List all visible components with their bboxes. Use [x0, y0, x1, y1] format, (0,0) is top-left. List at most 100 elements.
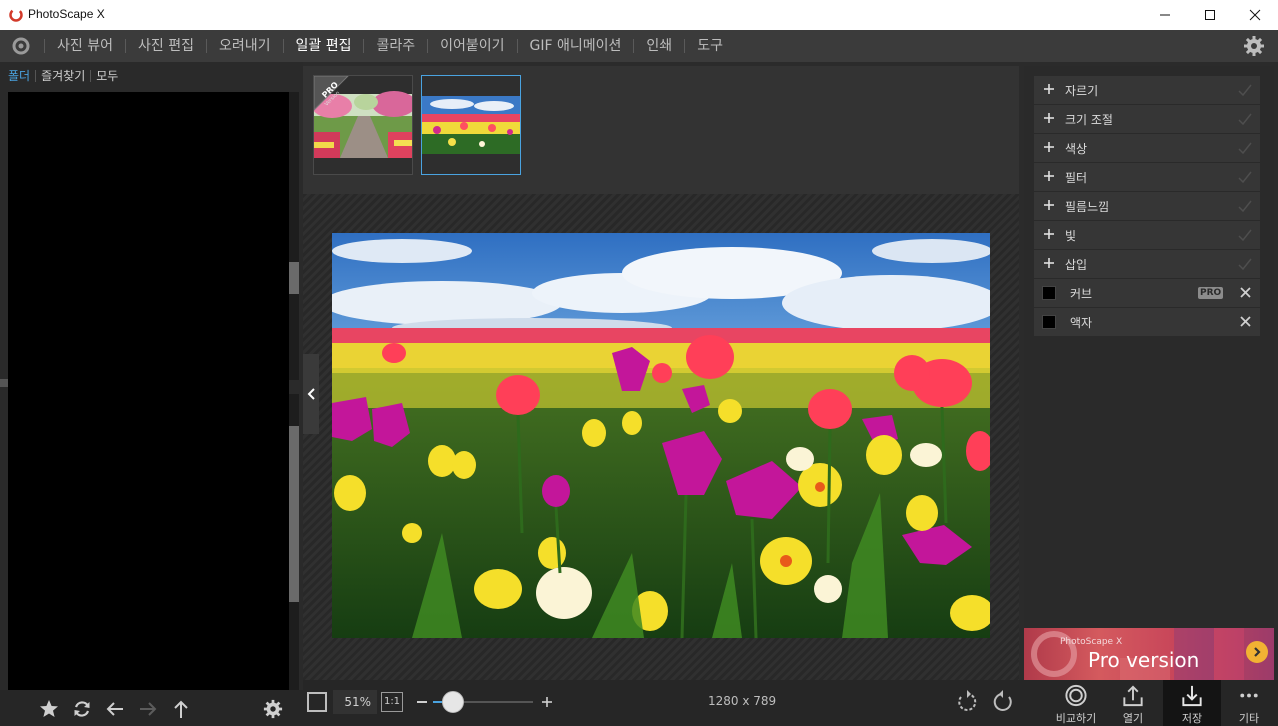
open-upload-icon — [1123, 685, 1143, 707]
minimize-button[interactable] — [1142, 0, 1188, 30]
refresh-icon — [74, 701, 90, 717]
left-toolbar — [0, 690, 303, 726]
collapse-left-panel-button[interactable] — [303, 354, 319, 434]
chevron-right-icon — [1254, 647, 1261, 657]
back-button[interactable] — [104, 698, 126, 720]
tab-all[interactable]: 모두 — [91, 62, 123, 90]
tab-favorites[interactable]: 즐겨찾기 — [36, 62, 90, 90]
left-panel-tabs: 폴더 즐겨찾기 모두 — [0, 62, 303, 90]
folder-tree[interactable] — [8, 92, 289, 690]
file-list-scrollbar[interactable] — [289, 394, 299, 690]
folder-tree-scrollbar[interactable] — [289, 92, 299, 380]
rotate-left-icon[interactable] — [955, 690, 979, 714]
plus-icon — [1044, 113, 1054, 123]
option-label: 액자 — [1070, 316, 1093, 330]
check-icon[interactable] — [1237, 170, 1253, 184]
check-icon[interactable] — [1237, 199, 1253, 213]
option-checkbox[interactable] — [1042, 315, 1056, 329]
option-color[interactable]: 색상 — [1034, 134, 1260, 162]
thumbnail-tulip-field[interactable] — [421, 75, 521, 175]
check-icon[interactable] — [1237, 257, 1253, 271]
option-label: 빛 — [1065, 229, 1077, 243]
option-label: 삽입 — [1065, 258, 1088, 272]
option-checkbox[interactable] — [1042, 286, 1056, 300]
up-folder-button[interactable] — [170, 698, 192, 720]
menu-cut-out[interactable]: 오려내기 — [207, 30, 283, 62]
option-film[interactable]: 필름느낌 — [1034, 192, 1260, 220]
panel-splitter-handle[interactable] — [0, 379, 8, 387]
open-label: 열기 — [1122, 712, 1144, 725]
option-label: 크기 조절 — [1065, 113, 1113, 127]
photoscape-logo-icon — [9, 8, 23, 22]
scrollbar-thumb[interactable] — [289, 426, 299, 602]
more-label: 기타 — [1238, 712, 1260, 725]
tulip-field-thumbnail-image — [422, 96, 520, 154]
favorite-button[interactable] — [38, 698, 60, 720]
tab-folder[interactable]: 폴더 — [3, 62, 35, 90]
main-menu-bar: 사진 뷰어 사진 편집 오려내기 일괄 편집 콜라주 이어붙이기 GIF 애니메… — [0, 30, 1278, 62]
settings-gear-icon[interactable] — [1243, 35, 1265, 57]
ad-arrow-button[interactable] — [1246, 641, 1268, 663]
save-button[interactable]: 저장 — [1163, 680, 1221, 726]
menu-items: 사진 뷰어 사진 편집 오려내기 일괄 편집 콜라주 이어붙이기 GIF 애니메… — [44, 30, 735, 62]
refresh-button[interactable] — [71, 698, 93, 720]
chevron-left-icon — [307, 388, 315, 400]
remove-x-icon[interactable] — [1240, 287, 1251, 298]
check-icon[interactable] — [1237, 228, 1253, 242]
scrollbar-thumb[interactable] — [289, 262, 299, 294]
option-light[interactable]: 빛 — [1034, 221, 1260, 249]
menu-photo-editor[interactable]: 사진 편집 — [126, 30, 206, 62]
plus-icon — [1044, 142, 1054, 152]
zoom-slider-knob[interactable] — [442, 691, 464, 713]
thumbnail-garden-path[interactable]: PRO Version — [313, 75, 413, 175]
compare-button[interactable]: 비교하기 — [1049, 680, 1103, 726]
menu-gif-animation[interactable]: GIF 애니메이션 — [518, 30, 634, 62]
option-filter[interactable]: 필터 — [1034, 163, 1260, 191]
menu-batch-edit[interactable]: 일괄 편집 — [284, 30, 364, 62]
remove-x-icon[interactable] — [1240, 316, 1251, 327]
pro-version-ad-banner[interactable]: PhotoScape X Pro version — [1024, 628, 1274, 680]
zoom-value[interactable]: 51% — [333, 690, 377, 714]
batch-options-panel: 자르기 크기 조절 색상 필터 필름느낌 빛 삽입 커브 PRO 액자 — [1024, 66, 1274, 628]
plus-icon — [1044, 229, 1054, 239]
fit-to-window-button[interactable] — [307, 692, 327, 712]
check-icon[interactable] — [1237, 83, 1253, 97]
menu-collage[interactable]: 콜라주 — [364, 30, 427, 62]
option-label: 색상 — [1065, 142, 1088, 156]
option-label: 필름느낌 — [1065, 200, 1110, 214]
menu-print[interactable]: 인쇄 — [634, 30, 684, 62]
left-panel: 폴더 즐겨찾기 모두 — [0, 62, 303, 690]
option-resize[interactable]: 크기 조절 — [1034, 105, 1260, 133]
maximize-button[interactable] — [1187, 0, 1233, 30]
left-panel-settings-button[interactable] — [262, 698, 284, 720]
gear-icon — [263, 699, 283, 719]
rotate-right-icon[interactable] — [991, 690, 1015, 714]
open-button[interactable]: 열기 — [1113, 680, 1153, 726]
app-title: PhotoScape X — [28, 7, 105, 21]
home-icon[interactable] — [10, 36, 32, 56]
menu-tools[interactable]: 도구 — [685, 30, 735, 62]
more-button[interactable]: 기타 — [1231, 680, 1267, 726]
option-frame[interactable]: 액자 — [1034, 308, 1260, 336]
zoom-in-icon[interactable] — [541, 695, 553, 709]
check-icon[interactable] — [1237, 112, 1253, 126]
forward-button[interactable] — [137, 698, 159, 720]
pro-badge: PRO — [1198, 287, 1224, 299]
more-icon — [1240, 693, 1258, 698]
zoom-out-icon[interactable] — [417, 701, 427, 703]
option-crop[interactable]: 자르기 — [1034, 76, 1260, 104]
option-label: 자르기 — [1065, 84, 1099, 98]
option-curves[interactable]: 커브 PRO — [1034, 279, 1260, 307]
image-viewer[interactable] — [303, 194, 1019, 680]
check-icon[interactable] — [1237, 141, 1253, 155]
tulip-field-photo — [332, 233, 990, 638]
close-icon — [1249, 9, 1261, 21]
menu-combine[interactable]: 이어붙이기 — [428, 30, 516, 62]
plus-icon — [1044, 200, 1054, 210]
title-bar: PhotoScape X — [0, 0, 1278, 30]
menu-photo-viewer[interactable]: 사진 뷰어 — [45, 30, 125, 62]
close-window-button[interactable] — [1232, 0, 1278, 30]
option-label: 커브 — [1070, 287, 1093, 301]
option-insert[interactable]: 삽입 — [1034, 250, 1260, 278]
actual-size-button[interactable]: 1:1 — [381, 692, 403, 712]
